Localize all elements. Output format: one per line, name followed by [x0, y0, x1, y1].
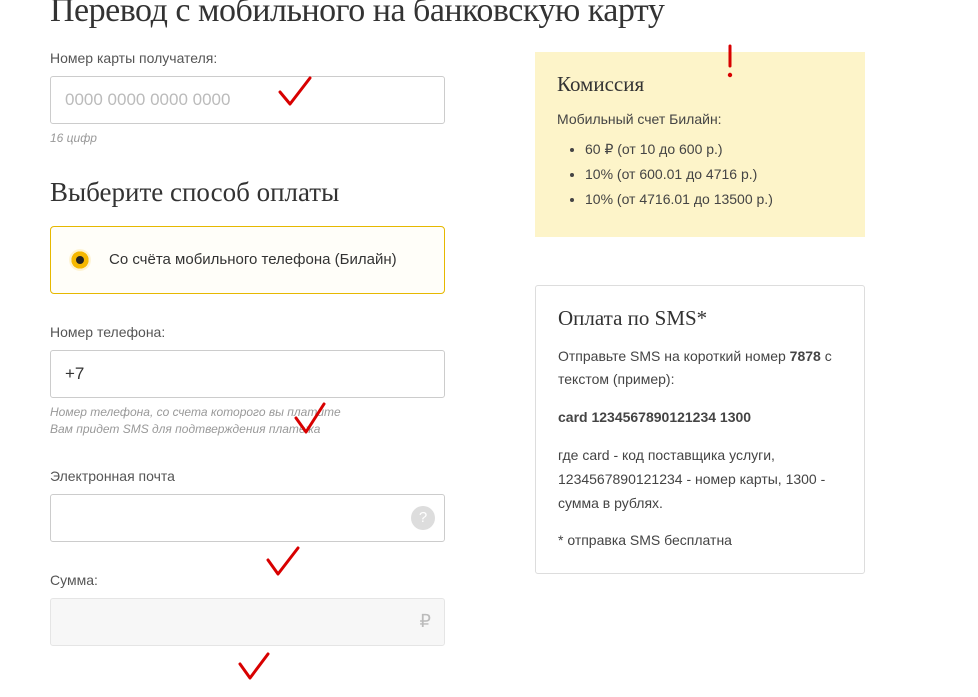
sum-label: Сумма: [50, 572, 445, 588]
commission-item: 10% (от 600.01 до 4716 р.) [585, 162, 843, 187]
payment-method-heading: Выберите способ оплаты [50, 177, 445, 208]
payment-method-label: Со счёта мобильного телефона (Билайн) [109, 249, 397, 272]
email-input[interactable] [50, 494, 445, 542]
commission-item: 10% (от 4716.01 до 13500 р.) [585, 187, 843, 212]
info-column: Комиссия Мобильный счет Билайн: 60 ₽ (от… [535, 50, 865, 646]
card-number-label: Номер карты получателя: [50, 50, 445, 66]
commission-list: 60 ₽ (от 10 до 600 р.) 10% (от 600.01 до… [557, 137, 843, 213]
help-icon[interactable]: ? [411, 506, 435, 530]
form-column: Номер карты получателя: 16 цифр Выберите… [50, 50, 445, 646]
commission-item: 60 ₽ (от 10 до 600 р.) [585, 137, 843, 162]
commission-subtitle: Мобильный счет Билайн: [557, 111, 843, 127]
sms-example: card 1234567890121234 1300 [558, 406, 842, 430]
phone-hint: Номер телефона, со счета которого вы пла… [50, 404, 445, 438]
commission-title: Комиссия [557, 72, 843, 97]
sms-instruction: Отправьте SMS на короткий номер 7878 с т… [558, 345, 842, 393]
phone-label: Номер телефона: [50, 324, 445, 340]
annotation-check-icon [236, 652, 276, 697]
page-title: Перевод с мобильного на банковскую карту [50, 0, 928, 30]
sms-panel: Оплата по SMS* Отправьте SMS на короткий… [535, 285, 865, 575]
commission-panel: Комиссия Мобильный счет Билайн: 60 ₽ (от… [535, 52, 865, 237]
card-number-hint: 16 цифр [50, 130, 445, 147]
sms-note: * отправка SMS бесплатна [558, 529, 842, 553]
phone-input[interactable] [50, 350, 445, 398]
sms-explain: где card - код поставщика услуги, 123456… [558, 444, 842, 515]
payment-method-option[interactable]: Со счёта мобильного телефона (Билайн) [50, 226, 445, 295]
sum-input[interactable] [50, 598, 445, 646]
sms-title: Оплата по SMS* [558, 306, 842, 331]
card-number-input[interactable] [50, 76, 445, 124]
radio-selected-icon [69, 249, 91, 271]
email-label: Электронная почта [50, 468, 445, 484]
ruble-icon: ₽ [420, 611, 431, 632]
